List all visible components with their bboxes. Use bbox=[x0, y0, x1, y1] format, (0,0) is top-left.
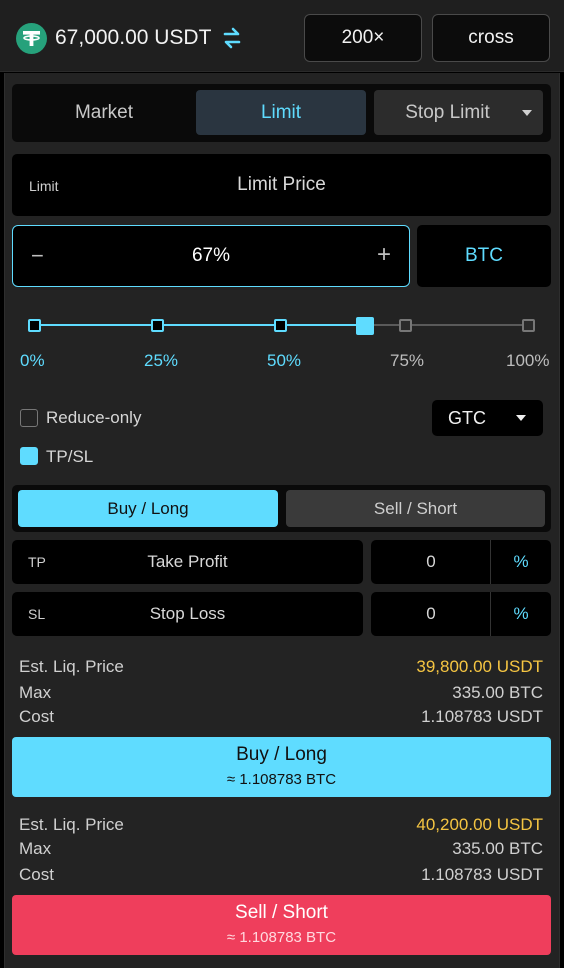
stop-loss-input[interactable]: SL Stop Loss bbox=[12, 592, 363, 636]
tp-percent-input[interactable]: 0 % bbox=[371, 540, 551, 584]
limit-price-input[interactable]: Limit Limit Price bbox=[12, 154, 551, 216]
slider-label-75: 75% bbox=[390, 351, 425, 370]
sell-short-button[interactable]: Sell / Short ≈ 1.108783 BTC bbox=[12, 895, 551, 955]
tab-buy-long[interactable]: Buy / Long bbox=[18, 490, 278, 527]
buy-liq-price-row: Est. Liq. Price 39,800.00 USDT bbox=[19, 657, 543, 679]
sell-cost-value: 1.108783 USDT bbox=[421, 865, 543, 884]
sl-percent-value: 0 bbox=[426, 604, 436, 623]
sell-max-row: Max 335.00 BTC bbox=[19, 839, 543, 861]
tpsl-checkbox[interactable] bbox=[20, 447, 38, 465]
sell-liq-value: 40,200.00 USDT bbox=[416, 815, 543, 834]
buy-button-amount: ≈ 1.108783 BTC bbox=[226, 771, 337, 788]
sell-button-label: Sell / Short bbox=[235, 902, 328, 923]
sell-cost-row: Cost 1.108783 USDT bbox=[19, 865, 543, 887]
buy-cost-row: Cost 1.108783 USDT bbox=[19, 707, 543, 729]
buy-max-row: Max 335.00 BTC bbox=[19, 683, 543, 705]
margin-mode-button[interactable]: cross bbox=[432, 14, 550, 62]
order-type-tabs: Market Limit Stop Limit bbox=[12, 84, 551, 142]
chevron-down-icon bbox=[522, 110, 532, 116]
swap-icon[interactable] bbox=[222, 27, 242, 49]
slider-stop-0[interactable] bbox=[28, 319, 41, 332]
tp-placeholder: Take Profit bbox=[147, 552, 228, 571]
reduce-only-label: Reduce-only bbox=[46, 408, 142, 427]
buy-max-value: 335.00 BTC bbox=[452, 683, 543, 702]
time-in-force-select[interactable]: GTC bbox=[432, 400, 543, 436]
buy-long-button[interactable]: Buy / Long ≈ 1.108783 BTC bbox=[12, 737, 551, 797]
slider-label-25: 25% bbox=[144, 351, 179, 370]
tp-percent-value: 0 bbox=[426, 552, 436, 571]
slider-stop-50[interactable] bbox=[274, 319, 287, 332]
slider-thumb[interactable] bbox=[356, 317, 374, 335]
increase-button[interactable]: + bbox=[377, 241, 391, 269]
buy-cost-value: 1.108783 USDT bbox=[421, 707, 543, 726]
reduce-only-checkbox[interactable] bbox=[20, 409, 38, 427]
slider-stop-25[interactable] bbox=[151, 319, 164, 332]
amount-unit-selector[interactable]: BTC bbox=[417, 225, 551, 287]
slider-stop-100[interactable] bbox=[522, 319, 535, 332]
buy-cost-label: Cost bbox=[19, 707, 54, 726]
slider-label-0: 0% bbox=[20, 351, 45, 370]
slider-track-filled bbox=[34, 324, 366, 326]
sl-unit-toggle[interactable]: % bbox=[491, 604, 551, 624]
buy-max-label: Max bbox=[19, 683, 52, 702]
balance-text: 67,000.00 USDT bbox=[55, 26, 212, 49]
top-bar: 67,000.00 USDT 200× cross bbox=[0, 0, 564, 72]
slider-stop-75[interactable] bbox=[399, 319, 412, 332]
slider-label-50: 50% bbox=[267, 351, 302, 370]
side-tabs: Buy / Long Sell / Short bbox=[12, 485, 551, 532]
tab-market[interactable]: Market bbox=[20, 90, 188, 135]
sell-liq-label: Est. Liq. Price bbox=[19, 815, 124, 834]
slider-track-empty bbox=[366, 324, 528, 326]
slider-label-100: 100% bbox=[506, 351, 550, 370]
sell-max-value: 335.00 BTC bbox=[452, 839, 543, 858]
tpsl-label: TP/SL bbox=[46, 447, 94, 466]
tab-sell-short[interactable]: Sell / Short bbox=[286, 490, 545, 527]
tab-limit[interactable]: Limit bbox=[196, 90, 366, 135]
amount-stepper[interactable]: − 67% + bbox=[12, 225, 410, 287]
sell-cost-label: Cost bbox=[19, 865, 54, 884]
sl-placeholder: Stop Loss bbox=[149, 604, 226, 623]
tether-icon bbox=[16, 23, 47, 54]
take-profit-input[interactable]: TP Take Profit bbox=[12, 540, 363, 584]
buy-liq-value: 39,800.00 USDT bbox=[416, 657, 543, 676]
sell-liq-price-row: Est. Liq. Price 40,200.00 USDT bbox=[19, 815, 543, 837]
tp-unit-toggle[interactable]: % bbox=[491, 552, 551, 572]
buy-button-label: Buy / Long bbox=[236, 744, 327, 765]
chevron-down-icon bbox=[516, 415, 526, 421]
tab-stop-limit[interactable]: Stop Limit bbox=[374, 90, 543, 135]
tab-stop-limit-label: Stop Limit bbox=[405, 101, 490, 123]
time-in-force-value: GTC bbox=[448, 408, 486, 428]
sl-percent-input[interactable]: 0 % bbox=[371, 592, 551, 636]
amount-value: 67% bbox=[191, 245, 231, 266]
amount-slider[interactable] bbox=[28, 317, 535, 335]
limit-price-placeholder: Limit Price bbox=[237, 174, 326, 195]
buy-liq-label: Est. Liq. Price bbox=[19, 657, 124, 676]
sell-max-label: Max bbox=[19, 839, 52, 858]
leverage-button[interactable]: 200× bbox=[304, 14, 422, 62]
sell-button-amount: ≈ 1.108783 BTC bbox=[226, 929, 337, 946]
